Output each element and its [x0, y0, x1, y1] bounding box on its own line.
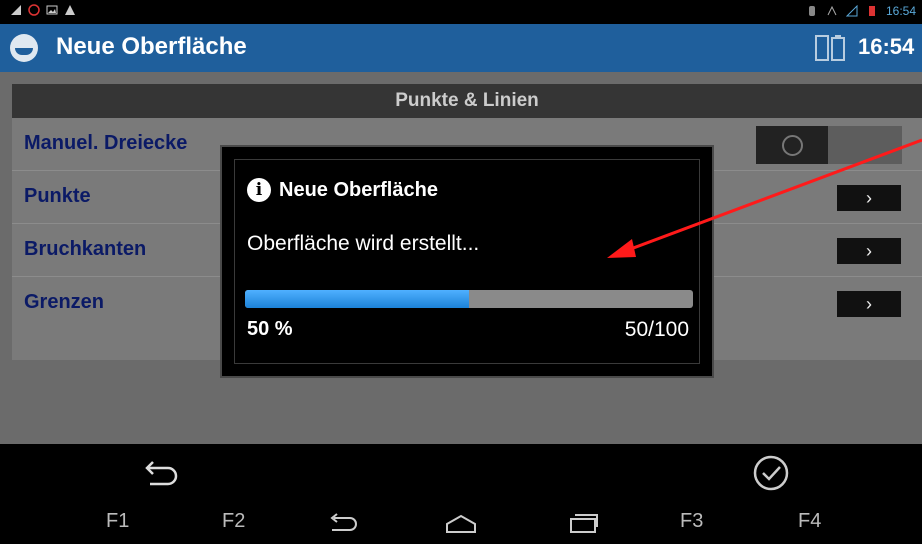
signal-icon: [11, 5, 21, 15]
bruchkanten-chevron-right-icon[interactable]: ›: [837, 238, 901, 264]
row-label: Manuel. Dreiecke: [24, 132, 188, 154]
back-icon[interactable]: [324, 512, 360, 534]
recent-apps-icon[interactable]: [565, 512, 601, 534]
page-title: Neue Oberfläche: [56, 33, 247, 60]
progress-percent: 50 %: [247, 318, 293, 340]
app-logo-icon[interactable]: [10, 34, 38, 62]
progress-count: 50/100: [624, 318, 689, 341]
dialog-message: Oberfläche wird erstellt...: [247, 232, 480, 255]
dialog-frame: i Neue Oberfläche Oberfläche wird erstel…: [234, 159, 700, 364]
status-bar: 16:54: [0, 0, 922, 24]
image-icon: [46, 5, 58, 15]
signal-strength-icon: [845, 5, 858, 17]
status-system: 16:54: [806, 4, 916, 18]
info-icon: i: [247, 178, 271, 202]
row-label: Bruchkanten: [24, 238, 147, 260]
devices-icon[interactable]: [814, 32, 846, 64]
status-notifications: [10, 4, 76, 16]
gps-icon: [827, 5, 837, 16]
punkte-chevron-right-icon[interactable]: ›: [837, 185, 901, 211]
progress-fill: [245, 290, 469, 308]
progress-bar: [245, 290, 693, 308]
undo-icon[interactable]: [140, 460, 180, 486]
grenzen-chevron-right-icon[interactable]: ›: [837, 291, 901, 317]
warning-icon: [65, 5, 75, 15]
battery-icon: [868, 6, 875, 16]
action-bar-clock: 16:54: [858, 34, 915, 59]
toggle-knob[interactable]: [756, 126, 828, 164]
dialog-title: Neue Oberfläche: [279, 178, 438, 201]
confirm-check-icon[interactable]: [752, 454, 790, 492]
home-icon[interactable]: [443, 512, 479, 534]
section-header: Punkte & Linien: [12, 84, 922, 118]
notification-badge-icon: [28, 4, 40, 16]
bottom-action-bar: [0, 444, 922, 500]
f2-key[interactable]: F2: [222, 510, 245, 533]
manuel-dreiecke-toggle[interactable]: [756, 126, 902, 164]
status-time: 16:54: [885, 4, 916, 18]
bluetooth-icon: [808, 6, 815, 16]
dialog-header: i Neue Oberfläche: [247, 178, 438, 202]
f3-key[interactable]: F3: [680, 510, 703, 533]
row-label: Punkte: [24, 185, 91, 207]
nav-bar: F1 F2 F3 F4: [0, 500, 922, 544]
f4-key[interactable]: F4: [798, 510, 821, 533]
f1-key[interactable]: F1: [106, 510, 129, 533]
row-label: Grenzen: [24, 291, 105, 313]
action-bar: Neue Oberfläche 16:54: [0, 24, 922, 72]
progress-dialog: i Neue Oberfläche Oberfläche wird erstel…: [220, 145, 714, 378]
